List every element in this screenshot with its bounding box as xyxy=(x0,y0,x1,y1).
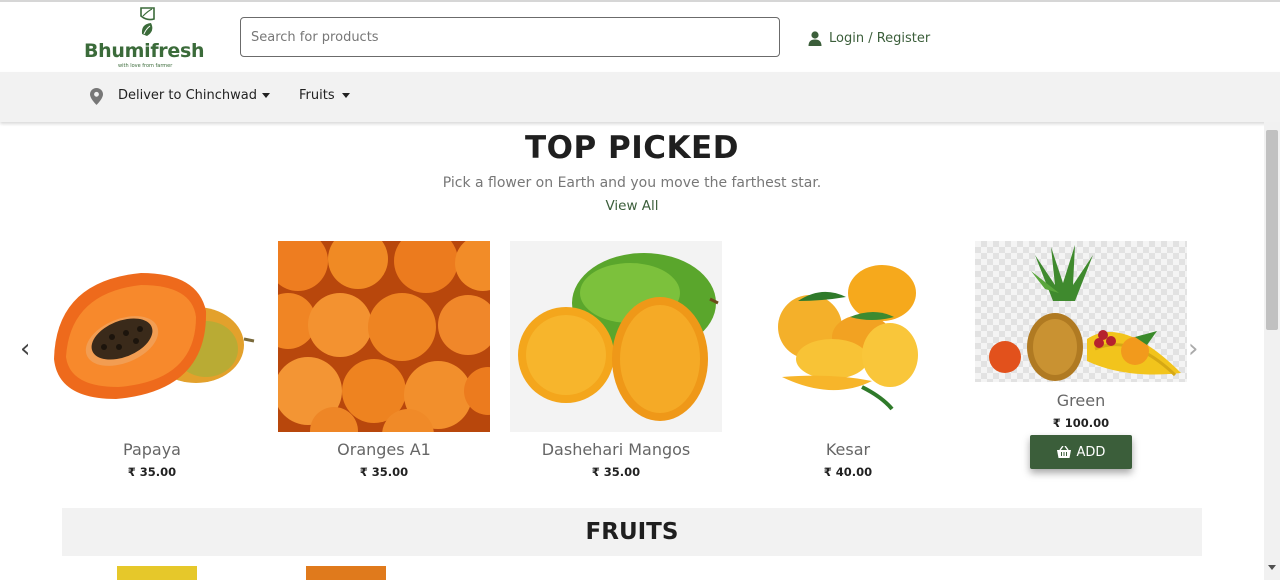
chevron-right-icon[interactable]: › xyxy=(1188,336,1198,362)
scroll-down-arrow-icon[interactable] xyxy=(1268,565,1276,570)
brand-logo[interactable]: Bhumifresh with love from farmer xyxy=(84,6,214,70)
leaf-icon xyxy=(140,7,155,36)
product-price: ₹ 40.00 xyxy=(823,465,873,479)
brand-tagline: with love from farmer xyxy=(118,63,173,69)
scrollbar-thumb[interactable] xyxy=(1266,130,1278,330)
product-price: ₹ 100.00 xyxy=(1052,416,1110,430)
nav-bar: Deliver to Chinchwad Fruits xyxy=(0,72,1280,122)
product-image-dashehari-mangos[interactable] xyxy=(510,241,722,432)
product-price: ₹ 35.00 xyxy=(127,465,177,479)
product-name[interactable]: Green xyxy=(975,391,1187,410)
product-image-green[interactable] xyxy=(975,241,1187,382)
search-input[interactable] xyxy=(240,17,780,57)
product-name[interactable]: Oranges A1 xyxy=(278,440,490,459)
user-icon xyxy=(808,30,822,46)
login-label: Login / Register xyxy=(829,30,931,46)
product-name[interactable]: Papaya xyxy=(46,440,258,459)
basket-icon xyxy=(1056,446,1071,458)
product-name[interactable]: Dashehari Mangos xyxy=(510,440,722,459)
caret-down-icon xyxy=(341,93,350,98)
category-label: Fruits xyxy=(299,88,335,103)
section-subtitle: Pick a flower on Earth and you move the … xyxy=(442,175,822,191)
product-price: ₹ 35.00 xyxy=(591,465,641,479)
brand-name: Bhumifresh xyxy=(84,40,205,62)
deliver-label: Deliver to Chinchwad xyxy=(118,88,257,103)
login-register-link[interactable]: Login / Register xyxy=(808,28,930,48)
chevron-left-icon[interactable]: ‹ xyxy=(20,336,30,362)
product-price: ₹ 35.00 xyxy=(359,465,409,479)
product-image-kesar[interactable] xyxy=(742,241,954,432)
deliver-location-dropdown[interactable]: Deliver to Chinchwad xyxy=(118,88,270,103)
section-title: TOP PICKED xyxy=(525,130,739,166)
category-dropdown[interactable]: Fruits xyxy=(299,88,350,103)
header: Bhumifresh with love from farmer Login /… xyxy=(0,2,1280,72)
product-image-peek[interactable] xyxy=(306,566,386,580)
fruits-section-title: FRUITS xyxy=(585,519,679,545)
fruits-section-header: FRUITS xyxy=(62,508,1202,556)
add-button-label: ADD xyxy=(1076,444,1106,460)
view-all-link[interactable]: View All xyxy=(0,198,1264,214)
product-image-peek[interactable] xyxy=(117,566,197,580)
caret-down-icon xyxy=(262,93,270,98)
product-image-oranges[interactable] xyxy=(278,241,490,432)
map-pin-icon xyxy=(90,88,103,105)
add-to-cart-button[interactable]: ADD xyxy=(1030,435,1132,469)
product-name[interactable]: Kesar xyxy=(742,440,954,459)
product-image-papaya[interactable] xyxy=(46,241,258,432)
